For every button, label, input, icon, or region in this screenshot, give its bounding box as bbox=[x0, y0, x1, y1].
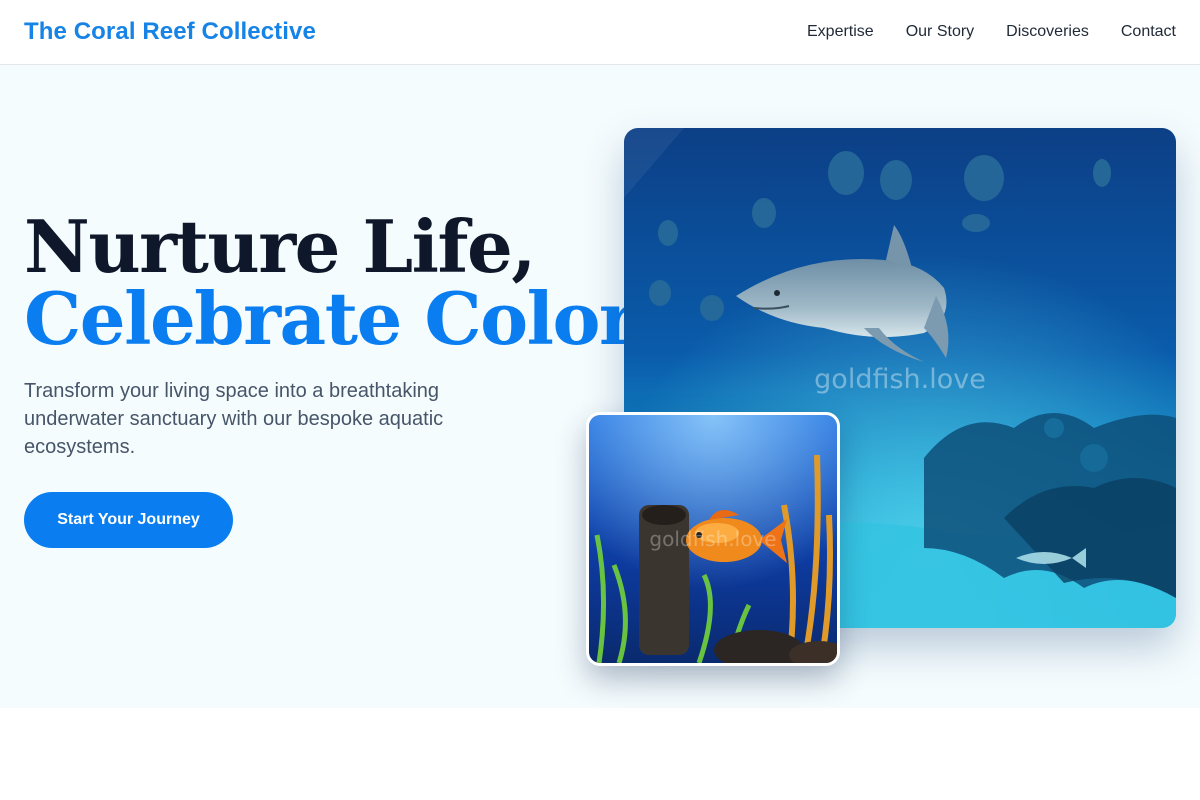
small-image-watermark: goldfish.love bbox=[649, 527, 777, 551]
hero-headline: Nurture Life, Celebrate Color. bbox=[24, 204, 654, 361]
nav-link-our-story[interactable]: Our Story bbox=[906, 23, 974, 41]
headline-line-2: Celebrate Color. bbox=[24, 276, 654, 361]
hero-subtitle: Transform your living space into a breat… bbox=[24, 380, 444, 458]
main-image-watermark: goldfish.love bbox=[814, 364, 986, 395]
start-journey-button[interactable]: Start Your Journey bbox=[24, 492, 233, 548]
site-header: The Coral Reef Collective Expertise Our … bbox=[0, 0, 1200, 65]
main-nav: Expertise Our Story Discoveries Contact bbox=[807, 23, 1176, 41]
goldfish-aquarium-image: goldfish.love bbox=[586, 412, 840, 666]
hero-section: Nurture Life, Celebrate Color. Transform… bbox=[0, 65, 1200, 708]
nav-link-expertise[interactable]: Expertise bbox=[807, 23, 874, 41]
nav-link-contact[interactable]: Contact bbox=[1121, 23, 1176, 41]
brand-logo[interactable]: The Coral Reef Collective bbox=[24, 18, 316, 46]
headline-line-1: Nurture Life, bbox=[24, 204, 536, 289]
nav-link-discoveries[interactable]: Discoveries bbox=[1006, 23, 1089, 41]
